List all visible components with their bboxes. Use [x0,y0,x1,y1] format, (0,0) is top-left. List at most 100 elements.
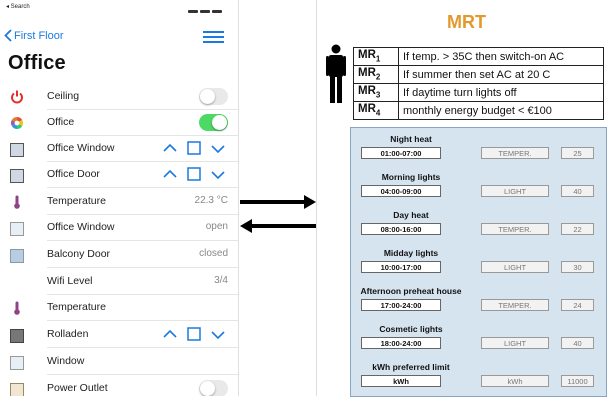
item-label: Power Outlet [47,382,108,394]
schedule-name: Afternoon preheat house [360,286,462,296]
schedule-value-field[interactable]: 22 [561,223,594,235]
schedule-type-field[interactable]: LIGHT [481,185,549,197]
schedule-row: Night heat 01:00-07:00 TEMPER. 25 [351,134,606,174]
smart-home-app: ◂ Search First Floor Office Ceiling Offi… [0,0,239,396]
mrt-title: MRT [447,12,486,32]
schedule-type-field[interactable]: LIGHT [481,261,549,273]
item-label: Office Window [47,142,115,154]
chevron-up-icon[interactable] [163,169,177,179]
list-item: Ceiling [0,84,238,110]
list-item: Wifi Level 3/4 [0,269,238,295]
schedule-time-field[interactable]: 01:00-07:00 [361,147,441,159]
mrt-panel: MRT MR1 If temp. > 35C then switch-on AC… [316,0,615,397]
schedule-name: Cosmetic lights [379,324,443,334]
schedule-row: Morning lights 04:00-09:00 LIGHT 40 [351,172,606,212]
chevron-up-icon[interactable] [163,329,177,339]
status-back-link[interactable]: ◂ Search [6,3,30,10]
door-state: closed [199,248,228,259]
item-label: Office Door [47,168,100,180]
schedule-value-field[interactable]: 40 [561,185,594,197]
rule-id: MR2 [353,65,399,84]
sync-arrows [240,195,316,233]
person-icon [326,44,346,103]
rule-id: MR4 [353,101,399,120]
chevron-left-icon [4,29,12,42]
schedule-panel: Night heat 01:00-07:00 TEMPER. 25 Mornin… [350,127,607,397]
item-label: Rolladen [47,328,89,340]
back-label: First Floor [14,29,64,42]
list-item: Balcony Door closed [0,242,238,268]
power-icon [11,90,23,104]
rule-text: If temp. > 35C then switch-on AC [398,47,604,66]
item-label: Temperature [47,301,106,313]
schedule-value-field[interactable]: 11000 [561,375,594,387]
office-light-toggle[interactable] [199,114,228,131]
schedule-type-field[interactable]: TEMPER. [481,223,549,235]
schedule-value-field[interactable]: 40 [561,337,594,349]
wifi-value: 3/4 [214,275,228,286]
blind-controls [163,167,227,183]
rule-text: monthly energy budget < €100 [398,101,604,120]
back-button[interactable]: First Floor [4,29,64,42]
thermometer-icon [14,195,20,209]
temperature-value: 22.3 °C [194,195,228,206]
item-label: Wifi Level [47,275,93,287]
schedule-time-field[interactable]: 04:00-09:00 [361,185,441,197]
stop-icon[interactable] [187,327,201,341]
door-icon [10,169,24,183]
chevron-down-icon[interactable] [211,330,225,340]
schedule-type-field[interactable]: kWh [481,375,549,387]
schedule-row: kWh preferred limit kWh kWh 11000 [351,362,606,402]
stop-icon[interactable] [187,167,201,181]
ceiling-toggle[interactable] [199,88,228,105]
schedule-value-field[interactable]: 24 [561,299,594,311]
rule-id: MR3 [353,83,399,102]
schedule-row: Cosmetic lights 18:00-24:00 LIGHT 40 [351,324,606,364]
window-state: open [205,221,228,232]
schedule-time-field[interactable]: 18:00-24:00 [361,337,441,349]
schedule-name: Morning lights [381,172,441,182]
item-label: Balcony Door [47,248,111,260]
menu-icon[interactable] [203,31,224,43]
list-item: Office Window open [0,215,238,241]
schedule-name: Day heat [393,210,429,220]
rule-id: MR1 [353,47,399,66]
page-title: Office [8,52,66,74]
schedule-time-field[interactable]: kWh [361,375,441,387]
list-item: Temperature [0,295,238,321]
chevron-down-icon[interactable] [211,170,225,180]
table-row: MR1 If temp. > 35C then switch-on AC [353,47,604,66]
table-row: MR2 If summer then set AC at 20 C [353,65,604,84]
schedule-type-field[interactable]: TEMPER. [481,147,549,159]
rules-table: MR1 If temp. > 35C then switch-on AC MR2… [353,47,604,120]
list-item: Rolladen [0,322,238,348]
item-label: Window [47,355,85,367]
schedule-name: Midday lights [383,248,439,258]
schedule-value-field[interactable]: 25 [561,147,594,159]
stop-icon[interactable] [187,141,201,155]
schedule-row: Day heat 08:00-16:00 TEMPER. 22 [351,210,606,250]
window-icon [10,143,24,157]
schedule-time-field[interactable]: 08:00-16:00 [361,223,441,235]
balcony-door-icon [10,249,24,263]
window-open-icon [10,222,24,236]
list-item: Office [0,110,238,136]
schedule-type-field[interactable]: TEMPER. [481,299,549,311]
list-item: Office Window [0,136,238,162]
list-item: Office Door [0,162,238,188]
chevron-up-icon[interactable] [163,143,177,153]
status-indicators [188,0,228,13]
thermometer-icon [14,301,20,315]
chevron-down-icon[interactable] [211,144,225,154]
schedule-time-field[interactable]: 17:00-24:00 [361,299,441,311]
table-row: MR3 If daytime turn lights off [353,83,604,102]
schedule-value-field[interactable]: 30 [561,261,594,273]
schedule-row: Afternoon preheat house 17:00-24:00 TEMP… [351,286,606,326]
table-row: MR4 monthly energy budget < €100 [353,101,604,120]
schedule-time-field[interactable]: 10:00-17:00 [361,261,441,273]
schedule-name: Night heat [390,134,432,144]
window-icon [10,356,24,370]
rule-text: If summer then set AC at 20 C [398,65,604,84]
power-outlet-toggle[interactable] [199,380,228,396]
schedule-type-field[interactable]: LIGHT [481,337,549,349]
